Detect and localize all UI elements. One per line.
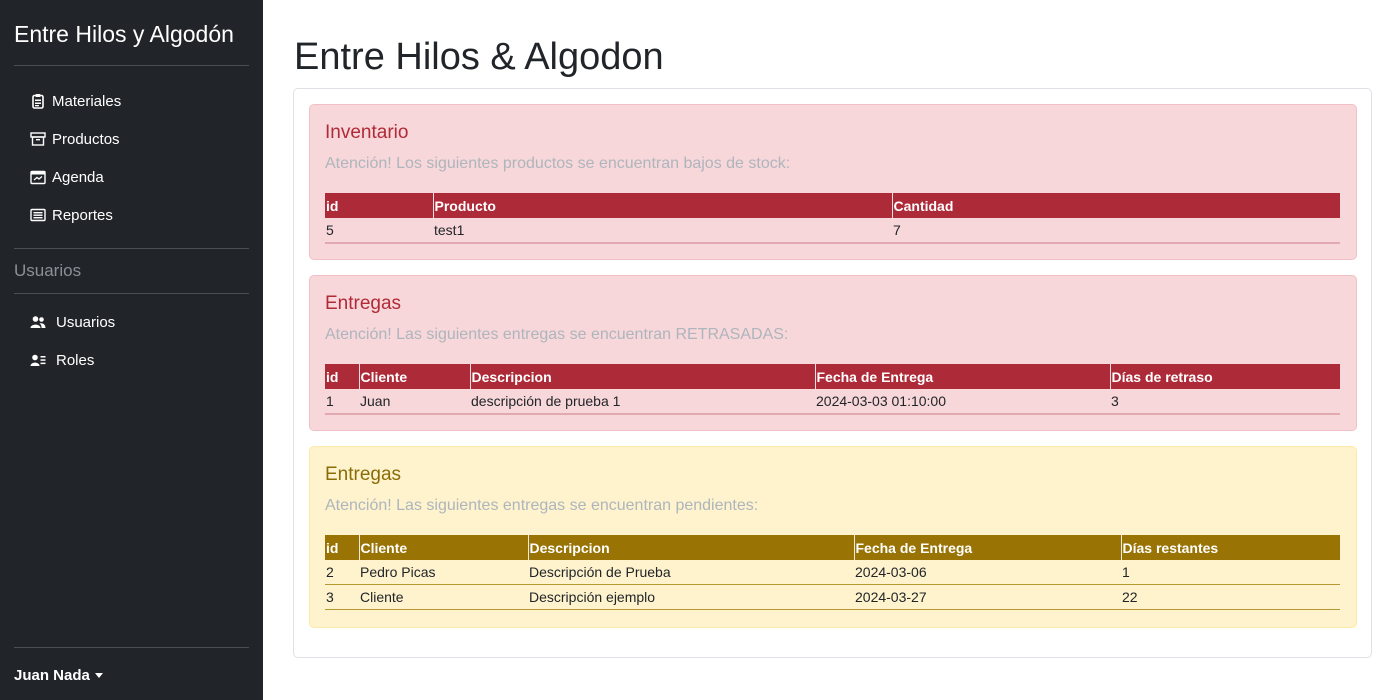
table-row: 1 Juan descripción de prueba 1 2024-03-0… — [325, 389, 1340, 415]
report-icon — [30, 208, 46, 222]
column-header: Cliente — [358, 535, 528, 560]
alert-message: Atención! Las siguientes entregas se enc… — [325, 497, 759, 514]
late-deliveries-table: id Cliente Descripcion Fecha de Entrega … — [325, 364, 1340, 415]
table-cell: 2024-03-03 01:10:00 — [815, 389, 1110, 415]
id-card-icon — [30, 354, 46, 366]
column-header: Cliente — [358, 364, 470, 389]
sidebar-item-label: Agenda — [52, 168, 104, 186]
column-header: Cantidad — [891, 193, 1340, 218]
alerts-card: Inventario Atención! Los siguientes prod… — [293, 88, 1372, 658]
sidebar-item-agenda[interactable]: Agenda — [14, 158, 249, 196]
table-cell: Descripción ejemplo — [528, 584, 854, 610]
pending-deliveries-alert: Entregas Atención! Las siguientes entreg… — [309, 446, 1357, 628]
pending-deliveries-table: id Cliente Descripcion Fecha de Entrega … — [325, 535, 1340, 610]
alert-heading: Entregas — [325, 464, 402, 485]
table-cell: 1 — [325, 389, 359, 415]
column-header: id — [325, 193, 433, 218]
inventory-table: id Producto Cantidad 5 test1 7 — [325, 193, 1340, 244]
sidebar-item-materiales[interactable]: Materiales — [14, 82, 249, 120]
table-cell: 7 — [892, 218, 1340, 244]
table-cell: 22 — [1121, 584, 1340, 610]
column-header: Días de retraso — [1109, 364, 1340, 389]
sidebar-item-productos[interactable]: Productos — [14, 120, 249, 158]
users-icon — [30, 316, 46, 328]
clipboard-icon — [32, 94, 44, 109]
sidebar-item-usuarios[interactable]: Usuarios — [14, 303, 249, 341]
alert-heading: Inventario — [325, 122, 409, 143]
sidebar-item-label: Materiales — [52, 92, 122, 110]
table-row: 5 test1 7 — [325, 218, 1340, 244]
table-cell: 2024-03-27 — [854, 584, 1121, 610]
sidebar-footer: Juan Nada — [14, 647, 249, 685]
sidebar-item-roles[interactable]: Roles — [14, 341, 249, 379]
table-row: 2 Pedro Picas Descripción de Prueba 2024… — [325, 560, 1340, 585]
sidebar: Entre Hilos y Algodón Materiales Product… — [0, 0, 263, 700]
sidebar-item-label: Roles — [56, 351, 95, 369]
page-title: Entre Hilos & Algodon — [294, 36, 664, 78]
caret-down-icon — [94, 673, 103, 678]
column-header: id — [325, 364, 359, 389]
column-header: Fecha de Entrega — [814, 364, 1110, 389]
column-header: Descripcion — [527, 535, 854, 560]
table-cell: Juan — [359, 389, 470, 415]
sidebar-item-label: Reportes — [52, 206, 113, 224]
table-row: 3 Cliente Descripción ejemplo 2024-03-27… — [325, 584, 1340, 610]
table-cell: 3 — [1110, 389, 1340, 415]
brand-title[interactable]: Entre Hilos y Algodón — [14, 0, 249, 65]
column-header: Fecha de Entrega — [853, 535, 1121, 560]
late-deliveries-alert: Entregas Atención! Las siguientes entreg… — [309, 275, 1357, 431]
alert-heading: Entregas — [325, 293, 402, 314]
column-header: id — [325, 535, 359, 560]
sidebar-item-reportes[interactable]: Reportes — [14, 196, 249, 234]
section-label-usuarios: Usuarios — [14, 261, 82, 280]
table-cell: Descripción de Prueba — [528, 560, 854, 585]
calendar-icon — [30, 170, 46, 185]
table-header-row: id Producto Cantidad — [325, 193, 1340, 218]
inventory-alert: Inventario Atención! Los siguientes prod… — [309, 104, 1357, 260]
main-content: Entre Hilos & Algodon Inventario Atenció… — [263, 0, 1398, 700]
table-header-row: id Cliente Descripcion Fecha de Entrega … — [325, 364, 1340, 389]
column-header: Descripcion — [469, 364, 815, 389]
table-cell: 2 — [325, 560, 359, 585]
archive-box-icon — [30, 132, 46, 146]
sidebar-user-nav: Usuarios Roles — [14, 294, 249, 393]
table-cell: test1 — [433, 218, 892, 244]
table-cell: descripción de prueba 1 — [470, 389, 815, 415]
column-header: Días restantes — [1120, 535, 1340, 560]
table-cell: 2024-03-06 — [854, 560, 1121, 585]
alert-message: Atención! Las siguientes entregas se enc… — [325, 326, 789, 343]
sidebar-item-label: Productos — [52, 130, 120, 148]
table-cell: 1 — [1121, 560, 1340, 585]
table-cell: 5 — [325, 218, 433, 244]
sidebar-nav: Materiales Productos Agenda Reportes — [14, 66, 249, 248]
sidebar-item-label: Usuarios — [56, 313, 116, 331]
table-cell: Cliente — [359, 584, 528, 610]
column-header: Producto — [432, 193, 892, 218]
user-menu-dropdown[interactable]: Juan Nada — [14, 667, 103, 684]
table-cell: Pedro Picas — [359, 560, 528, 585]
user-name: Juan Nada — [14, 667, 90, 684]
table-header-row: id Cliente Descripcion Fecha de Entrega … — [325, 535, 1340, 560]
table-cell: 3 — [325, 584, 359, 610]
alert-message: Atención! Los siguientes productos se en… — [325, 155, 791, 172]
